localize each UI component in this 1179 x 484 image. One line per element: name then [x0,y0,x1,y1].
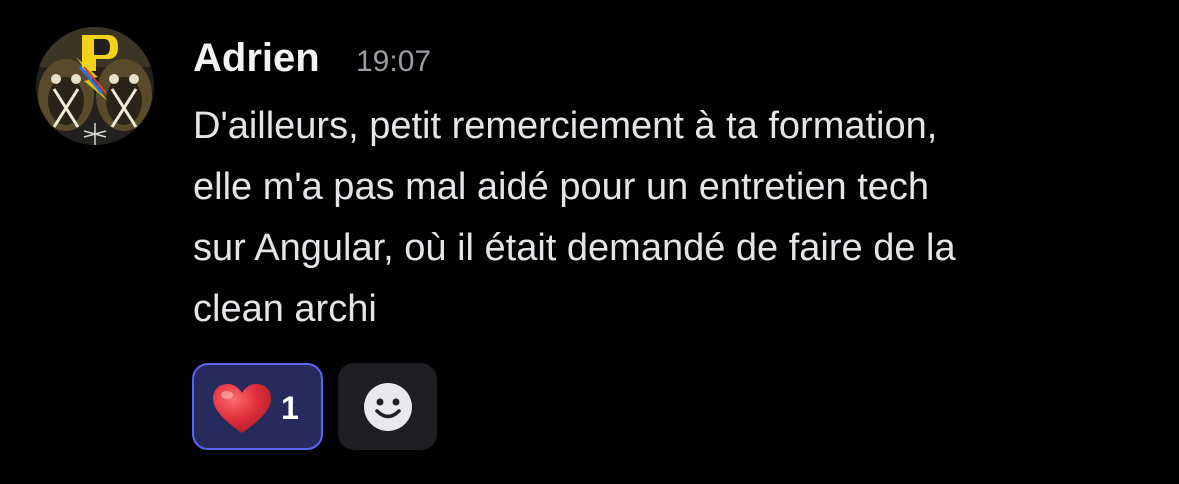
smiley-icon [364,383,412,431]
message-line: D'ailleurs, petit remerciement à ta form… [193,105,938,147]
avatar[interactable] [36,27,154,145]
chat-message[interactable]: Adrien 19:07 D'ailleurs, petit remerciem… [0,0,1179,484]
reaction-count: 1 [281,390,299,426]
author-name[interactable]: Adrien [193,34,320,82]
heart-reaction-button[interactable]: 1 [192,363,323,450]
message-line: clean archi [193,288,377,330]
message-line: sur Angular, où il était demandé de fair… [193,227,956,269]
message-line: elle m'a pas mal aidé pour un entretien … [193,166,930,208]
add-reaction-button[interactable] [338,363,437,450]
avatar-image [36,27,154,145]
message-content: D'ailleurs, petit remerciement à ta form… [193,96,1153,340]
message-timestamp: 19:07 [356,45,432,78]
heart-icon [213,384,271,433]
